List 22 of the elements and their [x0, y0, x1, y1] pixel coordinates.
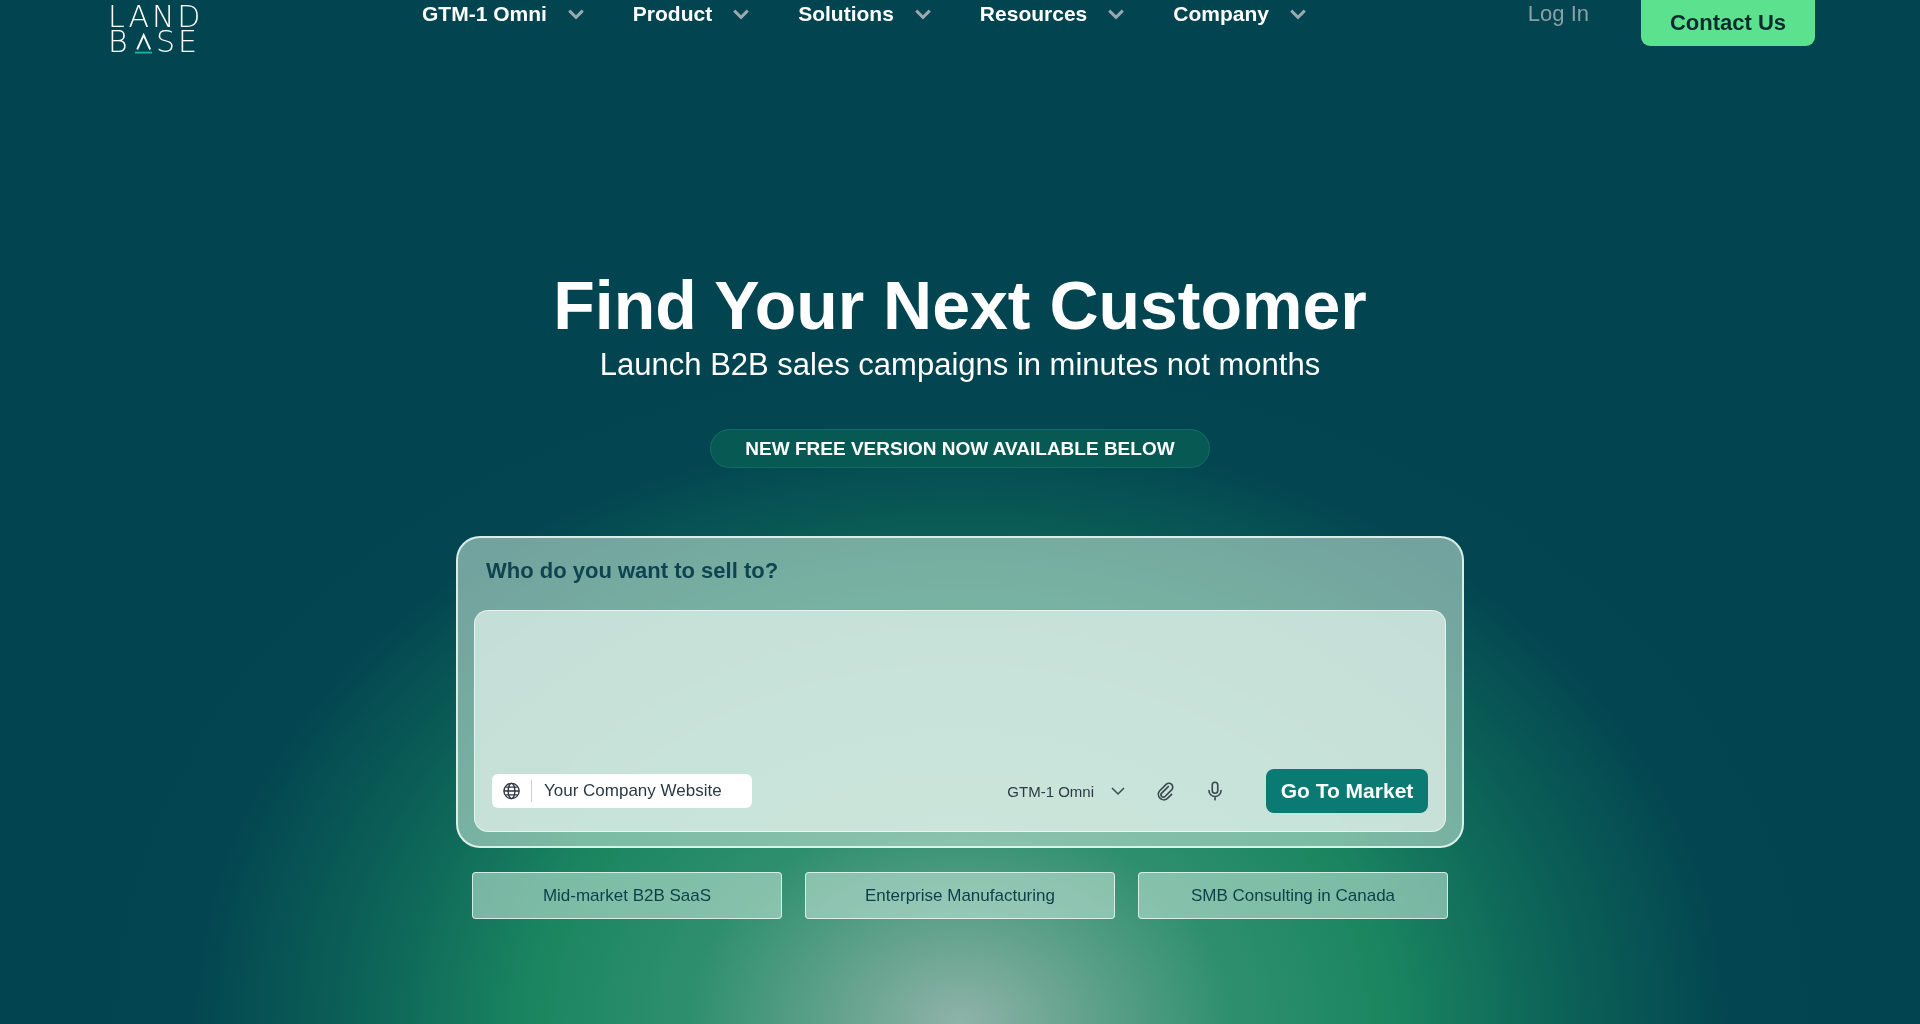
suggestion-chip[interactable]: Enterprise Manufacturing — [805, 872, 1115, 919]
nav-menu-item[interactable]: GTM-1 Omni — [422, 0, 585, 28]
login-link[interactable]: Log In — [1527, 1, 1589, 27]
suggestion-chip[interactable]: Mid-market B2B SaaS — [472, 872, 782, 919]
website-field[interactable]: Your Company Website — [492, 774, 752, 808]
hero-title: Find Your Next Customer — [553, 266, 1367, 345]
go-to-market-button[interactable]: Go To Market — [1266, 769, 1428, 813]
model-select[interactable]: GTM-1 Omni — [1007, 782, 1126, 800]
nav-menu-item[interactable]: Solutions — [798, 0, 932, 28]
chevron-down-icon — [1110, 786, 1126, 796]
logo[interactable]: LAND B SE — [108, 2, 200, 57]
announcement-badge: NEW FREE VERSION NOW AVAILABLE BELOW — [710, 429, 1210, 468]
prompt-label: Who do you want to sell to? — [485, 557, 780, 585]
nav-menu-item[interactable]: Company — [1173, 0, 1307, 28]
nav-menu-item[interactable]: Product — [632, 0, 751, 28]
hero-subtitle: Launch B2B sales campaigns in minutes not months — [599, 346, 1321, 384]
contact-button[interactable]: Contact Us — [1641, 0, 1815, 46]
nav-menu-item[interactable]: Resources — [979, 0, 1126, 28]
suggestion-chip[interactable]: SMB Consulting in Canada — [1138, 872, 1448, 919]
url-input[interactable]: Your Company Website — [542, 780, 742, 802]
prompt-input-field[interactable]: Your Company Website GTM-1 Omni Go To Market — [474, 610, 1446, 832]
globe-icon — [502, 781, 522, 801]
